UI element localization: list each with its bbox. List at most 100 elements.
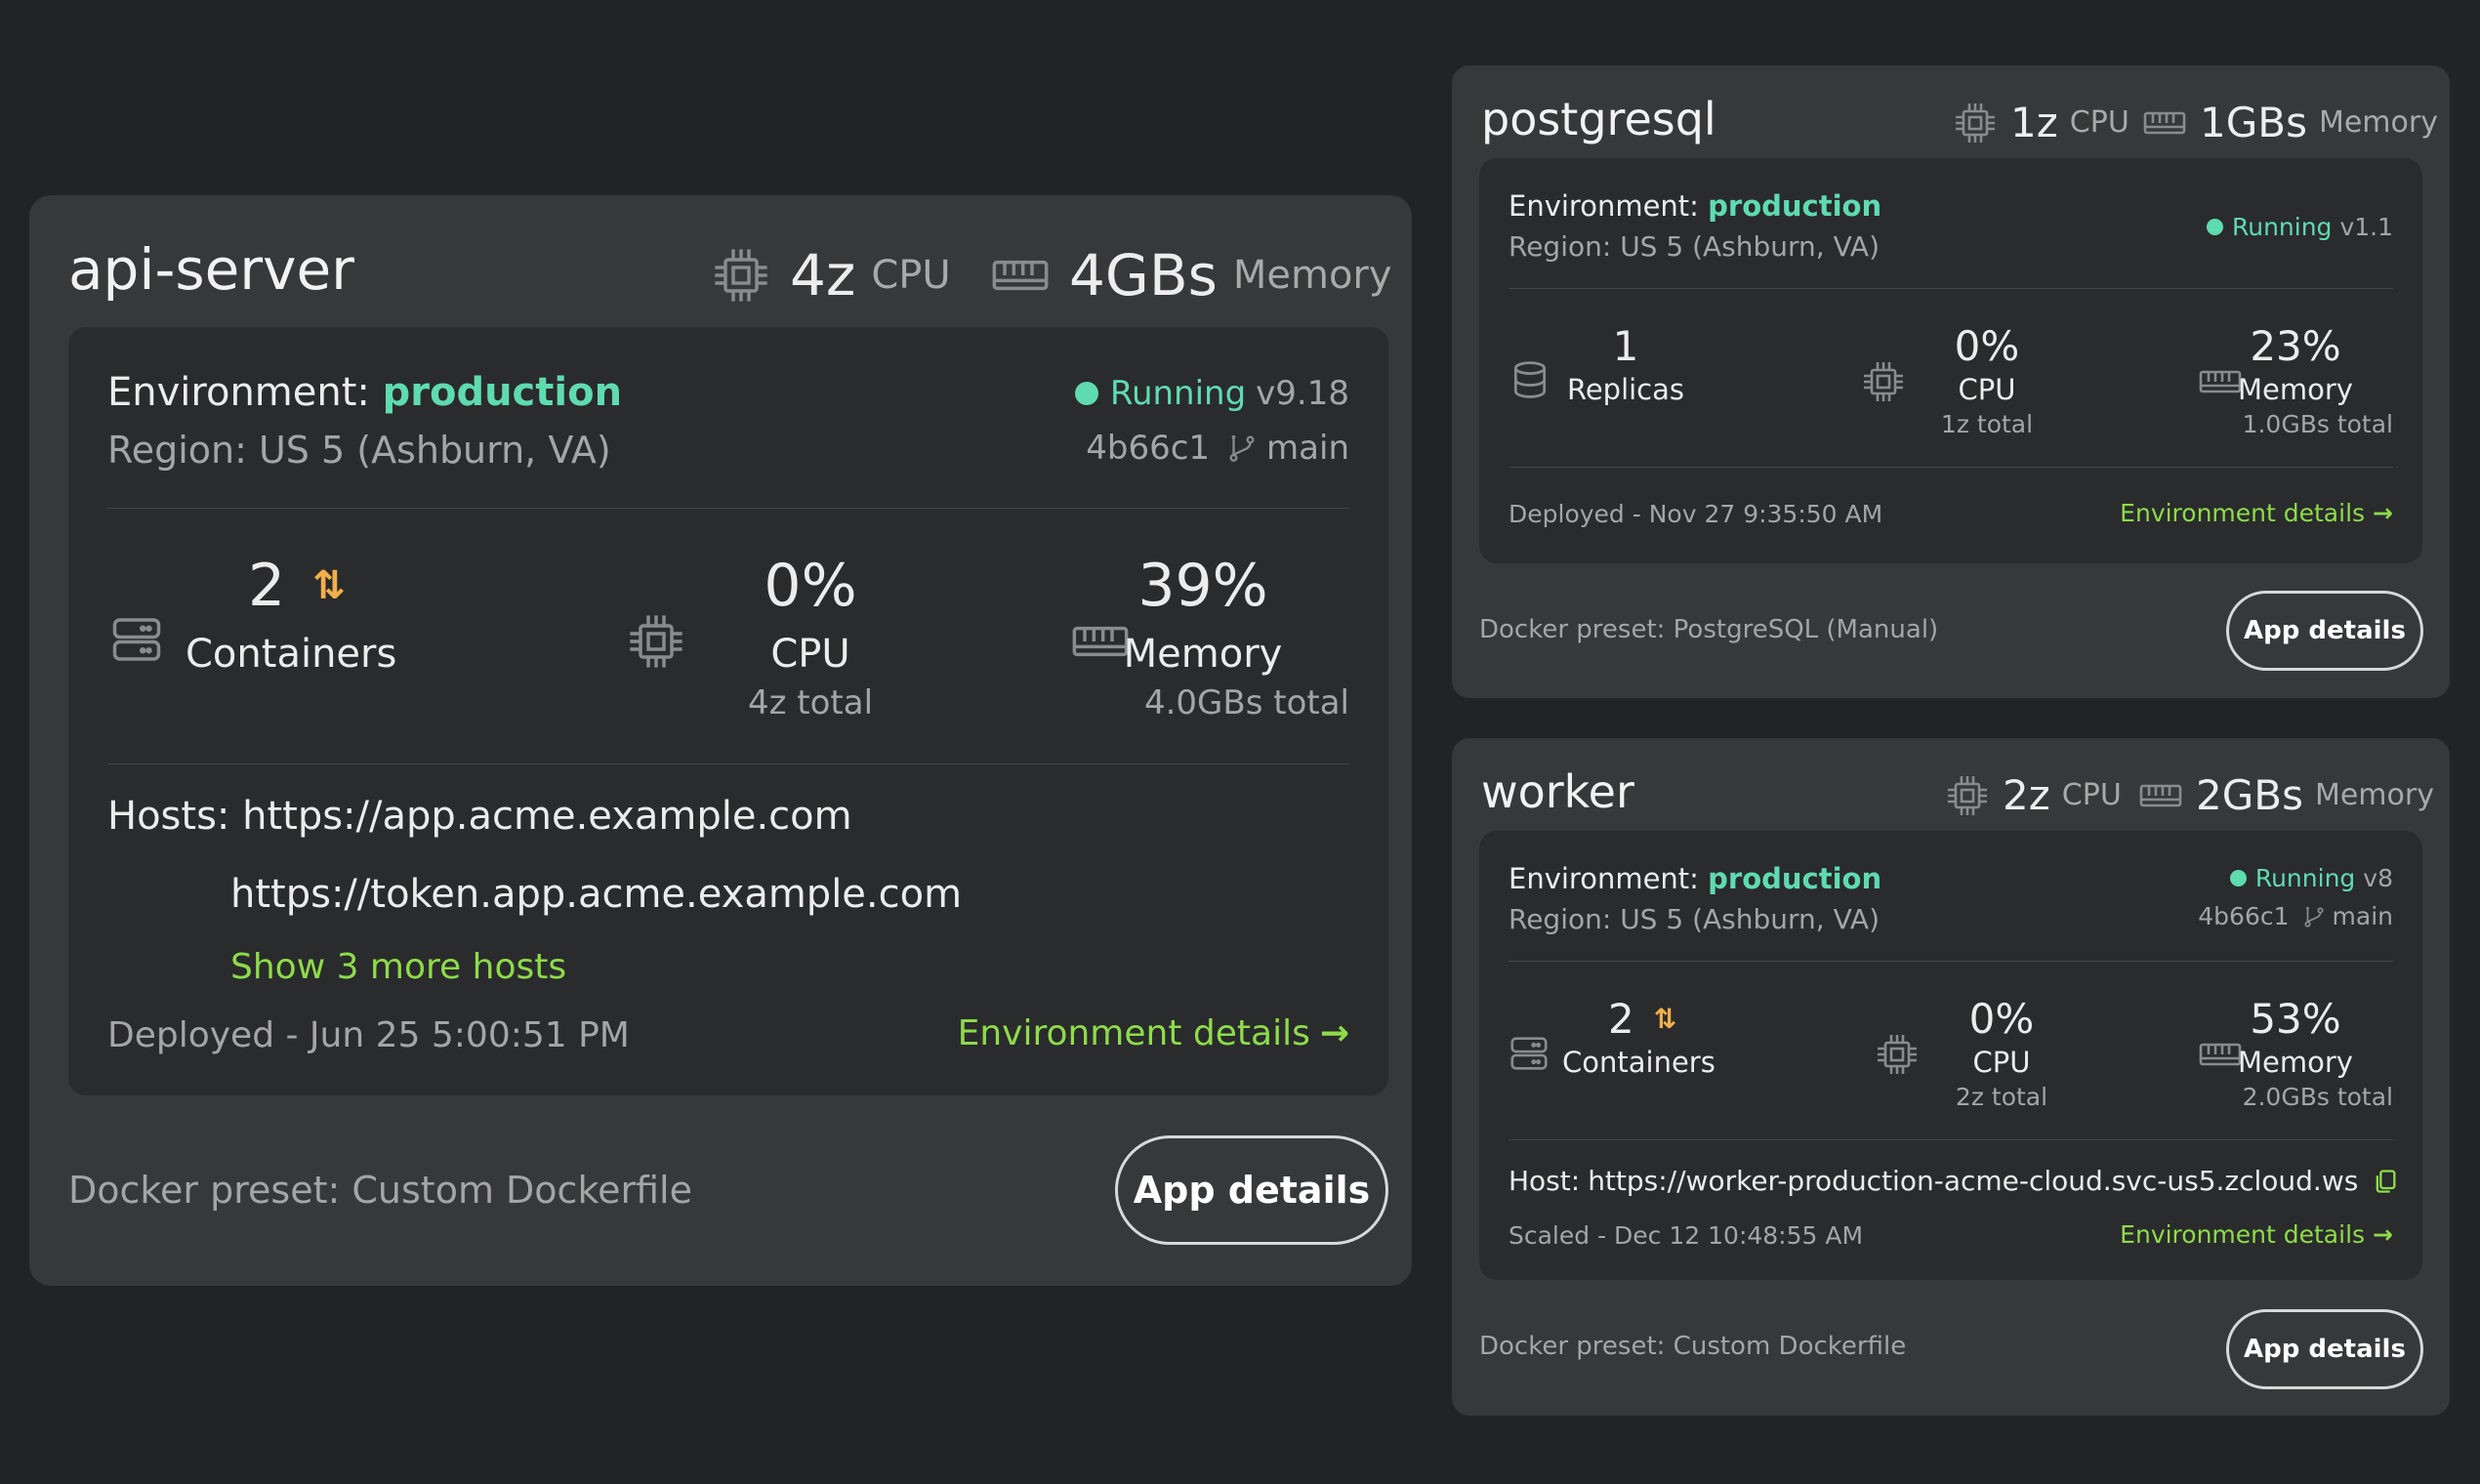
environment-label: Environment: — [1509, 862, 1699, 895]
status-text: Running — [2231, 213, 2333, 241]
commit-hash: 4b66c1 — [2198, 902, 2290, 930]
replicas-label: Replicas — [1566, 373, 1685, 406]
database-icon — [1509, 358, 1551, 401]
status-text: Running — [2254, 864, 2356, 892]
containers-count: 2 — [1608, 995, 1634, 1043]
app-title: postgresql — [1481, 93, 1716, 145]
memory-module-icon — [2137, 772, 2184, 819]
memory-unit: Memory — [1232, 253, 1392, 298]
cpu-unit: CPU — [2061, 778, 2122, 812]
server-stack-icon — [1507, 1031, 1551, 1076]
status-badge: Running v1.1 — [2206, 213, 2393, 241]
containers-label: Containers — [186, 632, 397, 677]
hosts-label: Hosts: — [107, 794, 230, 839]
memory-value: 1GBs — [2200, 99, 2307, 146]
deployed-timestamp: Deployed - Jun 25 5:00:51 PM — [107, 1015, 630, 1055]
git-branch-icon — [2301, 904, 2327, 929]
cpu-spec: 4z CPU — [710, 242, 951, 309]
replicas-count: 1 — [1612, 322, 1639, 370]
arrow-right-icon: → — [1319, 1013, 1349, 1053]
app-details-button[interactable]: App details — [1115, 1135, 1388, 1245]
commit-info: 4b66c1 main — [2198, 902, 2393, 930]
cpu-value: 1z — [2010, 99, 2058, 146]
environment-details-link[interactable]: Environment details → — [2120, 499, 2393, 527]
memory-total: 4.0GBs total — [1143, 683, 1349, 722]
containers-count-row: 2 ⇅ — [1608, 995, 1676, 1043]
environment-line: Environment: production — [1509, 189, 1881, 223]
environment-panel: Environment: production Region: US 5 (As… — [1479, 831, 2422, 1280]
docker-preset: Docker preset: Custom Dockerfile — [68, 1169, 692, 1212]
memory-label: Memory — [2238, 373, 2353, 406]
status-dot — [1074, 382, 1098, 405]
memory-label: Memory — [1123, 632, 1283, 677]
host-link[interactable]: https://token.app.acme.example.com — [230, 872, 962, 917]
memory-percent: 23% — [2250, 322, 2341, 370]
environment-panel: Environment: production Region: US 5 (As… — [68, 327, 1388, 1095]
app-details-button[interactable]: App details — [2226, 591, 2423, 671]
status-badge: Running v8 — [2229, 864, 2393, 892]
environment-line: Environment: production — [1509, 862, 1881, 895]
scaled-timestamp: Scaled - Dec 12 10:48:55 AM — [1509, 1221, 1864, 1250]
memory-module-icon — [2141, 100, 2188, 146]
memory-percent: 39% — [1137, 552, 1268, 620]
environment-panel: Environment: production Region: US 5 (As… — [1479, 158, 2422, 563]
host-link[interactable]: https://app.acme.example.com — [242, 794, 852, 839]
memory-module-icon — [989, 244, 1052, 307]
containers-label: Containers — [1562, 1046, 1715, 1079]
host-row: Host: https://worker-production-acme-clo… — [1509, 1165, 2399, 1197]
cpu-value: 2z — [2003, 771, 2050, 819]
app-card-postgresql: postgresql 1z CPU 1GBs Memory Environmen… — [1452, 65, 2450, 698]
divider — [107, 763, 1349, 764]
memory-unit: Memory — [2314, 778, 2434, 812]
show-more-hosts-link[interactable]: Show 3 more hosts — [230, 947, 566, 987]
memory-value: 4GBs — [1069, 242, 1218, 309]
version-text: v1.1 — [2339, 213, 2393, 241]
app-title: api-server — [68, 236, 355, 303]
divider — [107, 508, 1349, 509]
app-card-api-server: api-server 4z CPU 4GBs Memory Environmen… — [29, 195, 1412, 1286]
up-down-arrows-icon[interactable]: ⇅ — [312, 563, 346, 608]
branch-name: main — [1266, 429, 1349, 468]
arrow-right-icon: → — [2373, 499, 2393, 527]
divider — [1509, 1139, 2393, 1140]
environment-label: Environment: — [1509, 189, 1699, 223]
cpu-spec: 1z CPU — [1952, 99, 2129, 146]
cpu-percent: 0% — [1968, 995, 2035, 1043]
host-link[interactable]: https://worker-production-acme-cloud.svc… — [1588, 1165, 2358, 1197]
branch-name: main — [2332, 902, 2393, 930]
host-label: Host: — [1509, 1165, 1581, 1197]
memory-percent: 53% — [2250, 995, 2341, 1043]
app-card-worker: worker 2z CPU 2GBs Memory Environment: p… — [1452, 738, 2450, 1416]
memory-value: 2GBs — [2196, 771, 2303, 819]
memory-unit: Memory — [2318, 105, 2438, 140]
commit-info: 4b66c1 main — [1086, 429, 1349, 468]
memory-total: 2.0GBs total — [2242, 1083, 2393, 1111]
region-text: Region: US 5 (Ashburn, VA) — [1509, 230, 1881, 263]
divider — [1509, 467, 2393, 468]
status-text: Running — [1109, 374, 1247, 413]
divider — [1509, 288, 2393, 289]
docker-preset: Docker preset: Custom Dockerfile — [1479, 1332, 1907, 1361]
divider — [1509, 961, 2393, 962]
cpu-total: 1z total — [1940, 410, 2034, 438]
cpu-unit: CPU — [2069, 105, 2129, 140]
environment-label: Environment: — [107, 370, 370, 415]
containers-count-row: 2 ⇅ — [248, 552, 346, 620]
cpu-percent: 0% — [1954, 322, 2020, 370]
hosts-row: Hosts: https://app.acme.example.com — [107, 794, 852, 839]
environment-details-link[interactable]: Environment details → — [958, 1013, 1349, 1053]
cpu-label: CPU — [1972, 1046, 2031, 1079]
app-details-button[interactable]: App details — [2226, 1309, 2423, 1389]
arrow-right-icon: → — [2373, 1220, 2393, 1249]
environment-details-label: Environment details — [957, 1013, 1310, 1053]
status-badge: Running v9.18 — [1074, 374, 1349, 413]
version-text: v9.18 — [1256, 374, 1349, 413]
cpu-spec: 2z CPU — [1944, 771, 2122, 819]
cpu-chip-icon — [625, 610, 687, 673]
environment-details-link[interactable]: Environment details → — [2120, 1220, 2393, 1249]
copy-icon[interactable] — [2372, 1168, 2399, 1195]
memory-spec: 4GBs Memory — [989, 242, 1392, 309]
up-down-arrows-icon[interactable]: ⇅ — [1654, 1003, 1676, 1035]
cpu-label: CPU — [770, 632, 850, 677]
cpu-unit: CPU — [871, 253, 951, 298]
